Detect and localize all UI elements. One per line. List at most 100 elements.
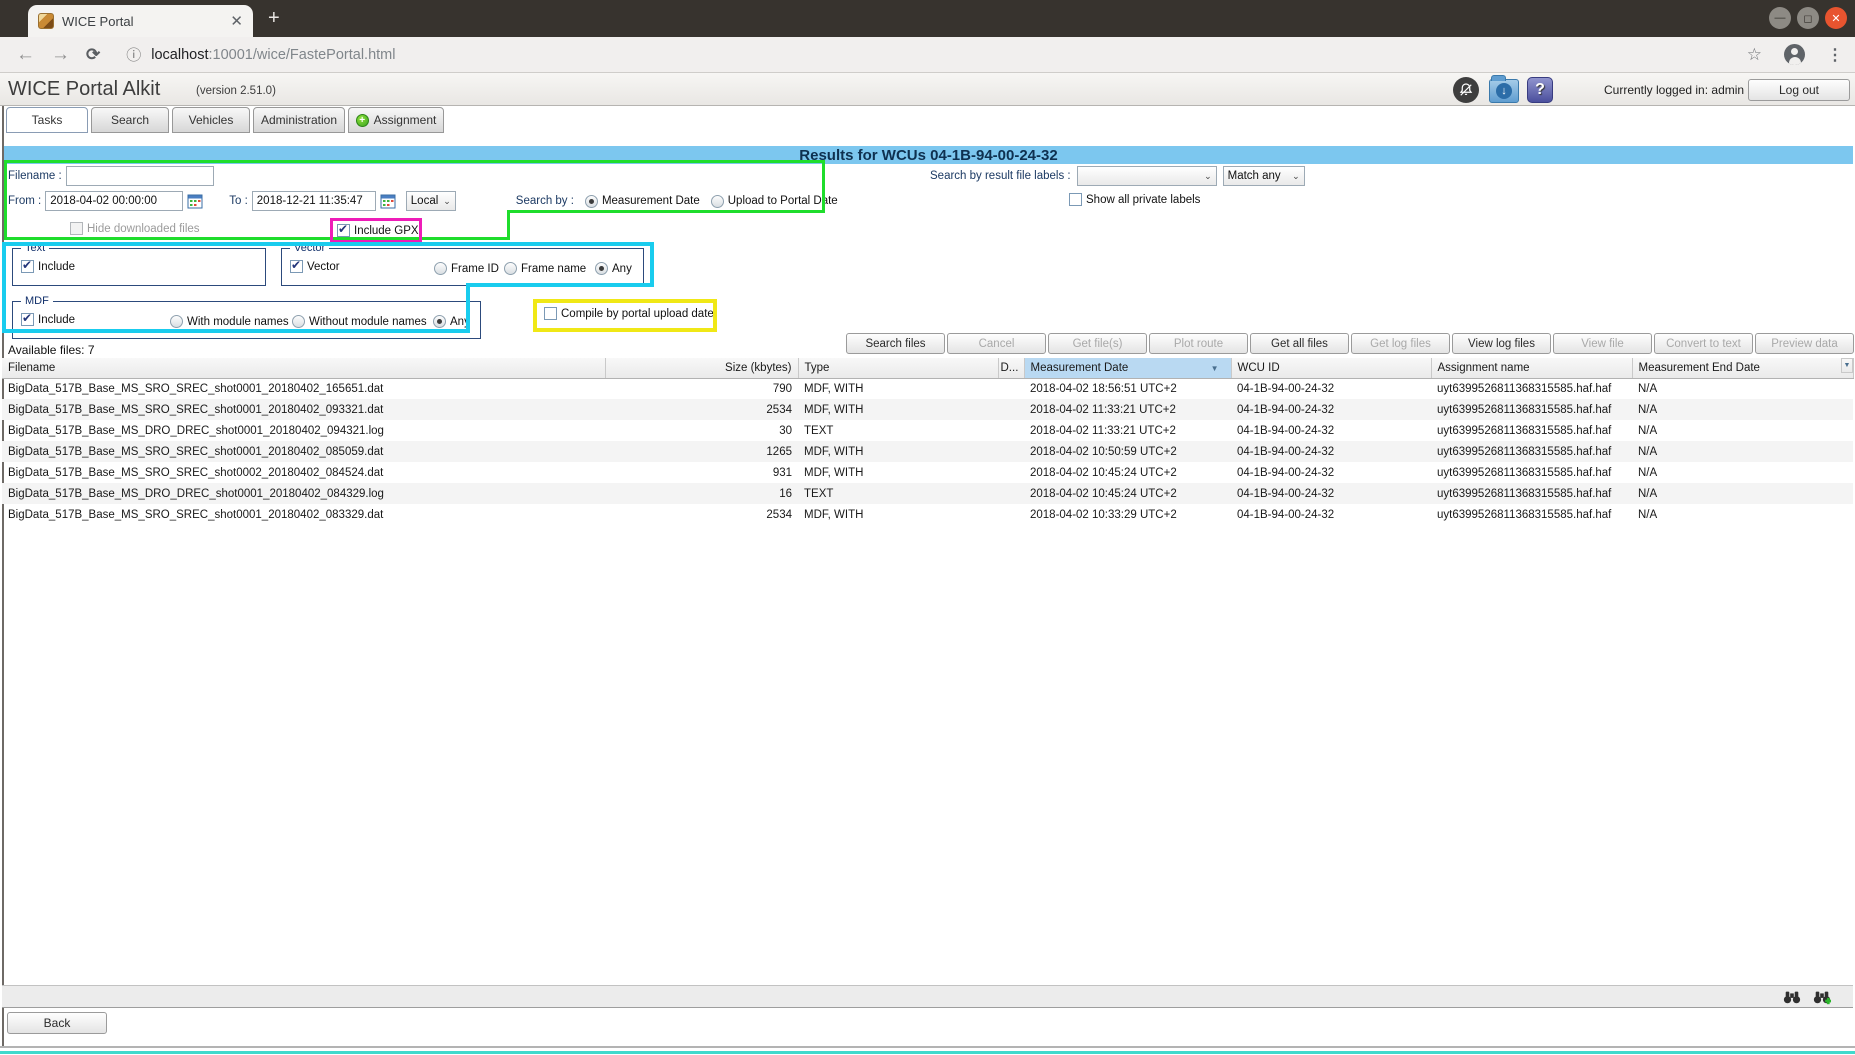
filename-filter-row: Filename :: [8, 166, 214, 186]
column-chooser-icon[interactable]: ▼: [1841, 358, 1853, 373]
col-d[interactable]: D...: [998, 358, 1024, 378]
close-tab-icon[interactable]: ✕: [230, 14, 243, 29]
back-icon[interactable]: ←: [16, 44, 35, 66]
binoculars-icon[interactable]: [1783, 989, 1801, 1005]
dropdown-arrow-icon: ⌄: [443, 196, 451, 207]
col-filename[interactable]: Filename: [2, 358, 605, 378]
vector-group-legend: Vector: [290, 242, 329, 254]
help-icon[interactable]: ?: [1527, 77, 1553, 103]
col-wcu-id[interactable]: WCU ID: [1231, 358, 1431, 378]
logout-button[interactable]: Log out: [1748, 79, 1850, 101]
preview-data-button[interactable]: Preview data: [1755, 333, 1854, 354]
table-row[interactable]: BigData_517B_Base_MS_SRO_SREC_shot0002_2…: [2, 462, 1853, 483]
without-module-names-radio[interactable]: [292, 315, 305, 328]
browser-tab[interactable]: WICE Portal ✕: [28, 5, 253, 37]
back-button[interactable]: Back: [7, 1012, 107, 1034]
reload-icon[interactable]: ⟳: [86, 45, 100, 65]
include-gpx-checkbox[interactable]: [337, 224, 350, 237]
get-all-files-button[interactable]: Get all files: [1250, 333, 1349, 354]
tab-search[interactable]: Search: [91, 107, 169, 133]
convert-to-text-button[interactable]: Convert to text: [1654, 333, 1753, 354]
maximize-icon[interactable]: ◻: [1797, 7, 1819, 29]
search-by-label: Search by :: [516, 195, 574, 207]
text-group-fieldset: Text Include: [12, 242, 266, 286]
close-window-icon[interactable]: ✕: [1825, 7, 1847, 29]
table-row[interactable]: BigData_517B_Base_MS_SRO_SREC_shot0001_2…: [2, 399, 1853, 420]
vector-any-radio[interactable]: [595, 262, 608, 275]
mdf-any-radio[interactable]: [433, 315, 446, 328]
col-measurement-date[interactable]: Measurement Date▼: [1024, 358, 1231, 378]
binoculars-add-icon[interactable]: [1813, 989, 1831, 1005]
cell-type: TEXT: [798, 483, 998, 504]
to-date-input[interactable]: [252, 191, 376, 211]
calendar-icon[interactable]: [187, 193, 203, 209]
vector-any-option: Any: [595, 262, 632, 275]
frame-name-radio[interactable]: [504, 262, 517, 275]
cell-end-date: N/A: [1632, 441, 1853, 462]
tab-tasks[interactable]: Tasks: [6, 107, 88, 133]
with-module-names-radio[interactable]: [170, 315, 183, 328]
bell-muted-icon[interactable]: [1453, 77, 1479, 103]
bookmark-star-icon[interactable]: ☆: [1747, 45, 1762, 65]
cell-end-date: N/A: [1632, 420, 1853, 441]
app-title: WICE Portal Alkit: [8, 78, 160, 101]
text-include-checkbox[interactable]: [21, 260, 34, 273]
page-info-icon[interactable]: ⓘ: [126, 44, 141, 65]
get-log-files-button[interactable]: Get log files: [1351, 333, 1450, 354]
search-files-button[interactable]: Search files: [846, 333, 945, 354]
show-private-checkbox[interactable]: [1069, 193, 1082, 206]
hide-downloaded-checkbox[interactable]: [70, 222, 83, 235]
timezone-select[interactable]: Local⌄: [406, 191, 456, 211]
table-row[interactable]: BigData_517B_Base_MS_SRO_SREC_shot0001_2…: [2, 378, 1853, 399]
text-group-legend: Text: [21, 242, 49, 254]
mdf-group-legend: MDF: [21, 295, 53, 307]
radio-label: Upload to Portal Date: [728, 195, 838, 207]
mdf-include-checkbox[interactable]: [21, 313, 34, 326]
col-type[interactable]: Type: [798, 358, 998, 378]
result-labels-label: Search by result file labels :: [930, 170, 1071, 182]
view-file-button[interactable]: View file: [1553, 333, 1652, 354]
col-measurement-end-date[interactable]: Measurement End Date: [1632, 358, 1853, 378]
forward-icon[interactable]: →: [51, 44, 70, 66]
result-labels-select[interactable]: ⌄: [1077, 166, 1217, 186]
calendar-icon[interactable]: [380, 193, 396, 209]
vector-checkbox[interactable]: [290, 260, 303, 273]
cell-filename: BigData_517B_Base_MS_SRO_SREC_shot0001_2…: [2, 504, 605, 525]
profile-avatar-icon[interactable]: [1784, 44, 1805, 65]
tab-assignment[interactable]: +Assignment: [348, 107, 444, 133]
table-row[interactable]: BigData_517B_Base_MS_DRO_DREC_shot0001_2…: [2, 420, 1853, 441]
search-by-upload-date-radio[interactable]: [711, 195, 724, 208]
search-by-measurement-date-radio[interactable]: [585, 195, 598, 208]
filename-input[interactable]: [66, 166, 214, 186]
view-log-files-button[interactable]: View log files: [1452, 333, 1551, 354]
minimize-icon[interactable]: —: [1769, 7, 1791, 29]
match-mode-select[interactable]: Match any⌄: [1223, 166, 1305, 186]
browser-menu-icon[interactable]: ⋮: [1827, 45, 1843, 65]
table-row[interactable]: BigData_517B_Base_MS_DRO_DREC_shot0001_2…: [2, 483, 1853, 504]
page-title: Results for WCUs 04-1B-94-00-24-32: [799, 147, 1057, 164]
cancel-button[interactable]: Cancel: [947, 333, 1046, 354]
col-assignment-name[interactable]: Assignment name: [1431, 358, 1632, 378]
table-row[interactable]: BigData_517B_Base_MS_SRO_SREC_shot0001_2…: [2, 441, 1853, 462]
tab-vehicles[interactable]: Vehicles: [172, 107, 250, 133]
checkbox-label: Include: [38, 261, 75, 273]
get-files-button[interactable]: Get file(s): [1048, 333, 1147, 354]
frame-id-radio[interactable]: [434, 262, 447, 275]
frame-id-option: Frame ID: [434, 262, 499, 275]
compile-by-upload-checkbox[interactable]: [544, 307, 557, 320]
plot-route-button[interactable]: Plot route: [1149, 333, 1248, 354]
from-date-input[interactable]: [45, 191, 183, 211]
cell-measurement-date: 2018-04-02 10:50:59 UTC+2: [1024, 441, 1231, 462]
cell-end-date: N/A: [1632, 483, 1853, 504]
cell-size: 931: [605, 462, 798, 483]
vector-group-fieldset: Vector Vector Frame ID Frame name Any: [281, 242, 644, 286]
col-size[interactable]: Size (kbytes): [605, 358, 798, 378]
cell-d: [998, 378, 1024, 399]
new-tab-button[interactable]: +: [268, 8, 280, 28]
url-bar[interactable]: localhost:10001/wice/FastePortal.html: [151, 47, 395, 63]
table-row[interactable]: BigData_517B_Base_MS_SRO_SREC_shot0001_2…: [2, 504, 1853, 525]
download-folder-icon[interactable]: ↓: [1489, 79, 1519, 103]
date-filter-row: From : To : Local⌄ Search by : Measureme…: [8, 191, 838, 211]
app-header: WICE Portal Alkit (version 2.51.0) ↓ ? C…: [0, 73, 1855, 106]
tab-administration[interactable]: Administration: [253, 107, 345, 133]
